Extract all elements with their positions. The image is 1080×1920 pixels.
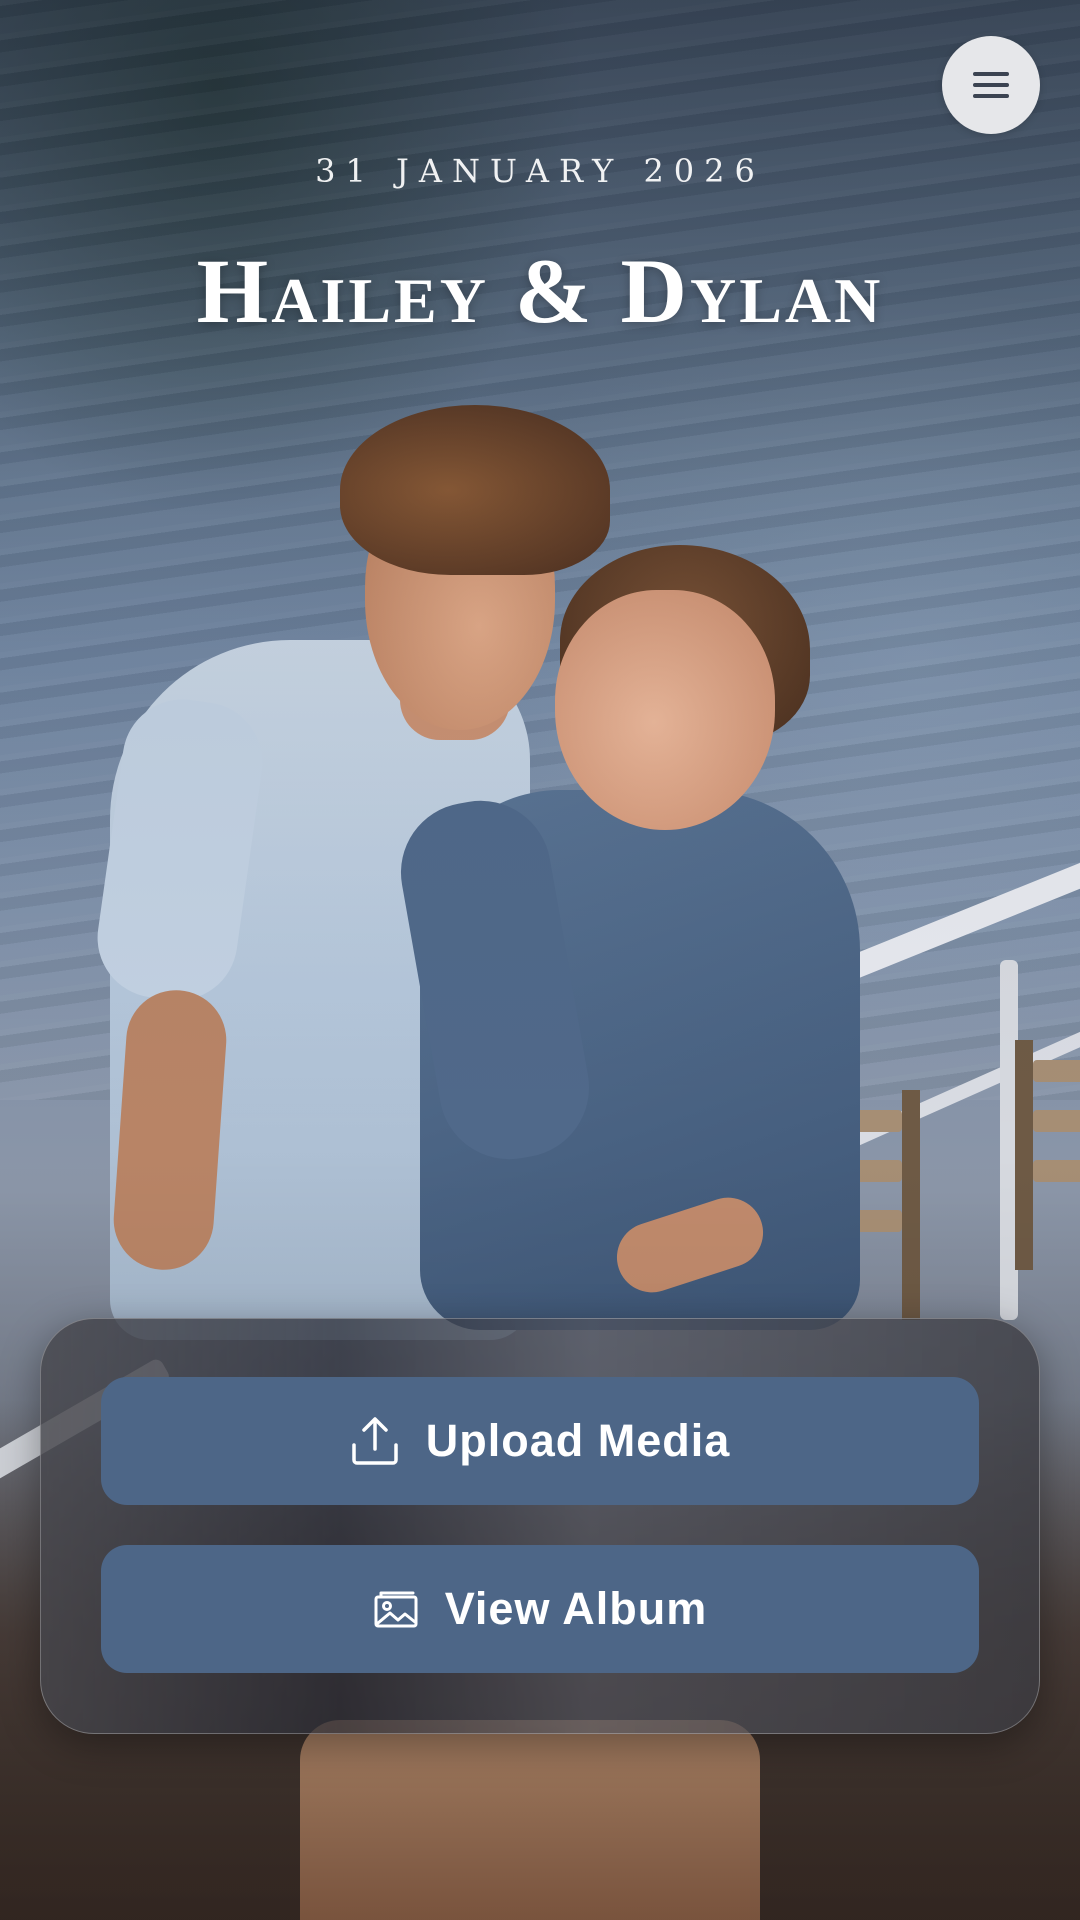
event-date: 31 JANUARY 2026 bbox=[315, 152, 765, 190]
upload-media-label: Upload Media bbox=[425, 1415, 731, 1466]
view-album-button[interactable]: View Album bbox=[101, 1545, 979, 1673]
wedding-home-screen: 31 JANUARY 2026 Hailey & Dylan Upload Me… bbox=[0, 0, 1080, 1920]
couple-names: Hailey & Dylan bbox=[196, 240, 884, 342]
upload-media-button[interactable]: Upload Media bbox=[101, 1377, 979, 1505]
view-album-label: View Album bbox=[444, 1583, 708, 1634]
menu-button[interactable] bbox=[942, 36, 1040, 134]
hamburger-menu-icon bbox=[973, 72, 1009, 98]
upload-icon bbox=[350, 1415, 400, 1467]
image-icon bbox=[373, 1589, 419, 1629]
action-panel: Upload Media View Album bbox=[40, 1318, 1040, 1734]
